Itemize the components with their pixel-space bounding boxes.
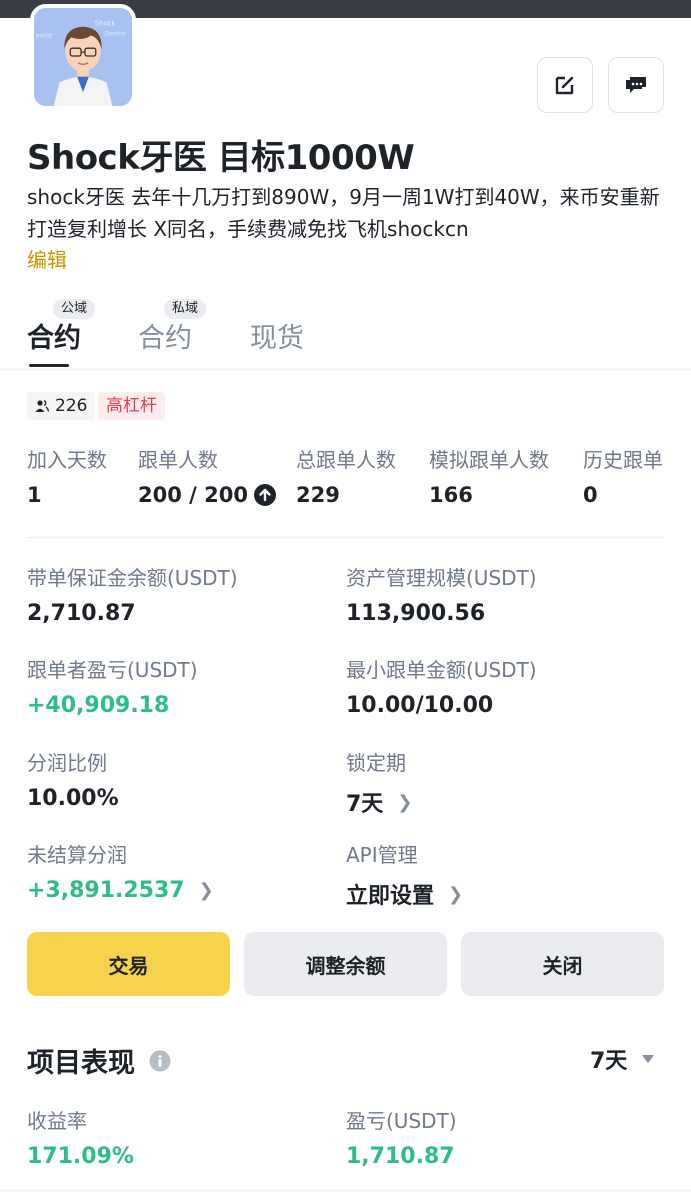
page-title: Shock牙医 目标1000W [27, 138, 415, 178]
tab-divider [0, 369, 691, 370]
chevron-right-icon: ❯ [448, 883, 464, 905]
profit-share-value: 10.00% [27, 786, 119, 811]
edit-icon [555, 76, 574, 95]
arrow-up-circle-icon[interactable] [253, 484, 276, 506]
margin-balance-label: 带单保证金余额(USDT) [27, 566, 238, 590]
api-mgmt-label: API管理 [346, 843, 418, 867]
profile-bio: shock牙医 去年十几万打到890W，9月一周1W打到40W，来币安重新打造复… [27, 185, 660, 241]
pnl-value: 1,710.87 [346, 1144, 455, 1169]
stat-value-mock-copiers: 166 [429, 483, 473, 507]
aum-value: 113,900.56 [346, 601, 486, 626]
avatar[interactable]: Shock Dentist entist [30, 4, 136, 110]
roi-value: 171.09% [27, 1144, 134, 1169]
stat-value-history: 0 [583, 483, 598, 507]
lock-period-label: 锁定期 [346, 751, 406, 775]
chat-icon [626, 77, 646, 93]
margin-balance-value: 2,710.87 [27, 601, 136, 626]
stat-label-total-copiers: 总跟单人数 [296, 448, 396, 472]
lock-period-value[interactable]: 7天 ❯ [346, 786, 412, 818]
min-copy-amount-label: 最小跟单金额(USDT) [346, 658, 537, 682]
stat-label-mock-copiers: 模拟跟单人数 [429, 448, 549, 472]
tab-futures-public[interactable]: 合约 [27, 316, 81, 355]
aum-label: 资产管理规模(USDT) [346, 566, 537, 590]
followers-count: 226 [55, 396, 88, 416]
info-icon[interactable] [149, 1050, 171, 1072]
adjust-balance-button[interactable]: 调整余额 [244, 932, 447, 996]
stat-label-days: 加入天数 [27, 448, 107, 472]
tab-futures-private[interactable]: 合约 [138, 316, 192, 355]
stats-divider [27, 537, 664, 538]
follower-pnl-value: +40,909.18 [27, 693, 170, 718]
chevron-right-icon: ❯ [397, 791, 413, 813]
trade-button[interactable]: 交易 [27, 932, 230, 996]
svg-text:entist: entist [36, 33, 53, 39]
caret-down-icon [642, 1055, 655, 1063]
svg-text:Dentist: Dentist [105, 31, 127, 37]
api-setup-link[interactable]: 立即设置 ❯ [346, 878, 463, 910]
min-copy-amount-value: 10.00/10.00 [346, 693, 494, 718]
edit-bio-link[interactable]: 编辑 [27, 244, 67, 273]
bottom-divider [0, 1190, 691, 1191]
roi-label: 收益率 [27, 1109, 87, 1133]
unsettled-share-label: 未结算分润 [27, 843, 127, 867]
pnl-label: 盈亏(USDT) [346, 1109, 457, 1133]
follower-pnl-label: 跟单者盈亏(USDT) [27, 658, 198, 682]
chevron-right-icon: ❯ [198, 880, 214, 901]
chat-button[interactable] [608, 57, 664, 113]
stat-value-total-copiers: 229 [296, 483, 340, 507]
stat-label-history: 历史跟单 [583, 448, 663, 472]
avatar-illustration: Shock Dentist entist [34, 8, 132, 106]
stat-label-copiers: 跟单人数 [138, 448, 218, 472]
profit-share-label: 分润比例 [27, 751, 107, 775]
unsettled-share-value[interactable]: +3,891.2537 ❯ [27, 878, 214, 903]
edit-profile-button[interactable] [537, 57, 593, 113]
leverage-tag: 高杠杆 [98, 392, 165, 420]
svg-text:Shock: Shock [95, 20, 116, 28]
followers-chip: 226 [27, 392, 96, 420]
performance-title: 项目表现 [27, 1041, 171, 1080]
close-button[interactable]: 关闭 [461, 932, 664, 996]
users-icon [35, 400, 49, 412]
tab-spot[interactable]: 现货 [250, 316, 304, 355]
stat-value-days: 1 [27, 483, 42, 507]
active-tab-indicator [29, 364, 69, 367]
stat-value-copiers: 200 / 200 [138, 483, 276, 507]
period-dropdown[interactable]: 7天 [590, 1043, 655, 1075]
